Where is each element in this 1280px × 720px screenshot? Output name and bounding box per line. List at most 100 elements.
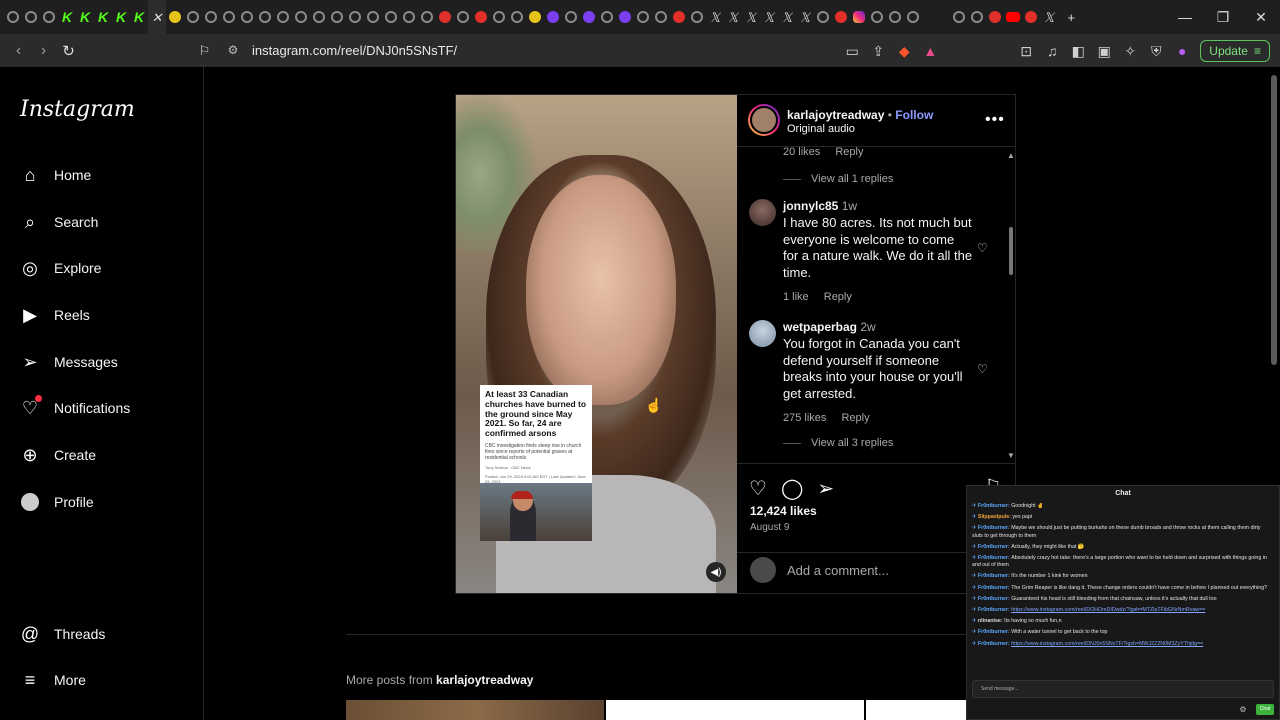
instagram-logo[interactable]: Instagram — [20, 97, 135, 122]
music-icon[interactable]: ♫ — [1044, 43, 1060, 59]
post-thumbnail[interactable] — [606, 700, 864, 720]
more-posts-user[interactable]: karlajoytreadway — [436, 673, 533, 687]
tab-favicon[interactable] — [166, 0, 184, 34]
tab-favicon[interactable] — [1022, 0, 1040, 34]
tab-kick-icon[interactable]: K — [58, 0, 76, 34]
chat-link[interactable]: https://www.instagram.com/reel/DNJ0n5SNs… — [1011, 641, 1203, 647]
page-scroll-thumb[interactable] — [1271, 75, 1277, 365]
chat-username[interactable]: Fr0ntburner: — [978, 544, 1011, 550]
chat-username[interactable]: Fr0ntburner: — [978, 596, 1011, 602]
site-info-icon[interactable]: ⚙ — [222, 43, 244, 57]
wallet-icon[interactable]: ▣ — [1096, 43, 1112, 59]
chat-username[interactable]: Slippaslpuls: — [978, 514, 1012, 520]
more-options-icon[interactable]: ••• — [985, 111, 1005, 129]
tab-favicon[interactable] — [364, 0, 382, 34]
sidebar-toggle-icon[interactable]: ◧ — [1070, 43, 1086, 59]
nav-explore[interactable]: ◎ Explore — [20, 258, 101, 278]
tab-x-icon[interactable]: 𝕏 — [724, 0, 742, 34]
tab-favicon[interactable] — [580, 0, 598, 34]
leo-icon[interactable]: ✧ — [1122, 43, 1138, 59]
post-thumbnail[interactable] — [346, 700, 604, 720]
tab-x-icon[interactable]: 𝕏 — [778, 0, 796, 34]
tab-youtube-icon[interactable] — [1004, 0, 1022, 34]
maximize-icon[interactable]: ❐ — [1204, 9, 1242, 26]
profile-orb-icon[interactable]: ● — [1174, 43, 1190, 59]
tab-favicon[interactable] — [202, 0, 220, 34]
url-text[interactable]: instagram.com/reel/DNJ0n5SNsTF/ — [252, 43, 457, 58]
tab-favicon[interactable] — [688, 0, 706, 34]
screenshot-icon[interactable]: ⊡ — [1018, 43, 1034, 59]
tab-favicon[interactable] — [652, 0, 670, 34]
comment-like-heart-icon[interactable]: ♡ — [977, 241, 988, 255]
view-replies-button[interactable]: View all 1 replies — [783, 173, 893, 185]
chat-username[interactable]: Fr0ntburner: — [978, 629, 1011, 635]
add-comment-input[interactable] — [787, 559, 987, 581]
nav-profile[interactable]: Profile — [20, 492, 94, 512]
close-window-icon[interactable]: ✕ — [1242, 9, 1280, 26]
nav-create[interactable]: ⊕ Create — [20, 445, 96, 465]
tab-favicon[interactable] — [346, 0, 364, 34]
chat-username[interactable]: Fr0ntburner: — [978, 585, 1011, 591]
tab-favicon[interactable] — [886, 0, 904, 34]
share-icon[interactable]: ⇪ — [870, 43, 886, 59]
tab-favicon[interactable] — [814, 0, 832, 34]
tab-favicon[interactable] — [274, 0, 292, 34]
tab-favicon[interactable] — [526, 0, 544, 34]
nav-search[interactable]: ⌕ Search — [20, 212, 98, 232]
original-audio-link[interactable]: Original audio — [787, 123, 855, 135]
comment-likes[interactable]: 20 likes — [783, 147, 820, 158]
author-username[interactable]: karlajoytreadway — [787, 108, 884, 122]
tab-favicon[interactable] — [382, 0, 400, 34]
comment-reply[interactable]: Reply — [824, 291, 852, 303]
nav-more[interactable]: ≡ More — [20, 670, 86, 690]
tab-x-icon[interactable]: 𝕏 — [1040, 0, 1058, 34]
author-avatar[interactable] — [748, 104, 780, 136]
nav-threads[interactable]: @ Threads — [20, 624, 106, 644]
chat-send-button[interactable]: Chat — [1256, 704, 1274, 715]
tab-x-icon[interactable]: 𝕏 — [706, 0, 724, 34]
tab-favicon[interactable] — [400, 0, 418, 34]
nav-messages[interactable]: ➢ Messages — [20, 352, 117, 372]
tab-favicon[interactable] — [490, 0, 508, 34]
tab-favicon[interactable] — [950, 0, 968, 34]
tab-favicon[interactable] — [508, 0, 526, 34]
scroll-down-icon[interactable]: ▼ — [1006, 451, 1016, 461]
commenter-avatar[interactable] — [749, 199, 776, 226]
reel-video[interactable]: At least 33 Canadian churches have burne… — [456, 95, 737, 593]
tab-favicon[interactable] — [904, 0, 922, 34]
tab-favicon[interactable] — [634, 0, 652, 34]
comment-author[interactable]: wetpaperbag — [783, 320, 857, 334]
view-replies-button[interactable]: View all 3 replies — [783, 437, 893, 449]
tab-favicon[interactable] — [544, 0, 562, 34]
comment-like-heart-icon[interactable]: ♡ — [977, 362, 988, 376]
nav-notifications[interactable]: ♡ Notifications — [20, 395, 130, 418]
tab-close-icon[interactable]: ✕ — [148, 0, 166, 34]
chat-username[interactable]: Fr0ntburner: — [978, 607, 1011, 613]
tab-x-icon[interactable]: 𝕏 — [742, 0, 760, 34]
tab-favicon[interactable] — [40, 0, 58, 34]
reload-icon[interactable]: ↻ — [56, 42, 81, 60]
tab-kick-icon[interactable]: K — [112, 0, 130, 34]
comment-author[interactable]: jonnylc85 — [783, 199, 838, 213]
new-tab-icon[interactable]: + — [1058, 0, 1084, 34]
brave-shield-icon[interactable]: ◆ — [896, 43, 912, 59]
tab-favicon[interactable] — [968, 0, 986, 34]
tab-favicon[interactable] — [472, 0, 490, 34]
back-icon[interactable]: ‹ — [6, 42, 31, 60]
tab-kick-icon[interactable]: K — [130, 0, 148, 34]
nav-home[interactable]: ⌂ Home — [20, 165, 92, 185]
tab-favicon[interactable] — [454, 0, 472, 34]
tab-favicon[interactable] — [868, 0, 886, 34]
chat-settings-icon[interactable]: ⚙ — [1238, 704, 1248, 715]
follow-button[interactable]: Follow — [895, 108, 933, 122]
url-field[interactable]: ⚙ instagram.com/reel/DNJ0n5SNsTF/ — [222, 37, 942, 63]
chat-username[interactable]: nlinanise: — [978, 618, 1004, 624]
bookmark-icon[interactable]: ⚐ — [192, 43, 217, 59]
chat-username[interactable]: Fr0ntburner: — [978, 525, 1011, 531]
scroll-up-icon[interactable]: ▲ — [1006, 151, 1016, 161]
comment-reply[interactable]: Reply — [835, 147, 863, 158]
chat-input[interactable]: Send message... — [972, 680, 1274, 698]
tab-favicon[interactable] — [256, 0, 274, 34]
tab-favicon[interactable] — [986, 0, 1004, 34]
vpn-icon[interactable]: ⛨ — [1148, 43, 1164, 59]
